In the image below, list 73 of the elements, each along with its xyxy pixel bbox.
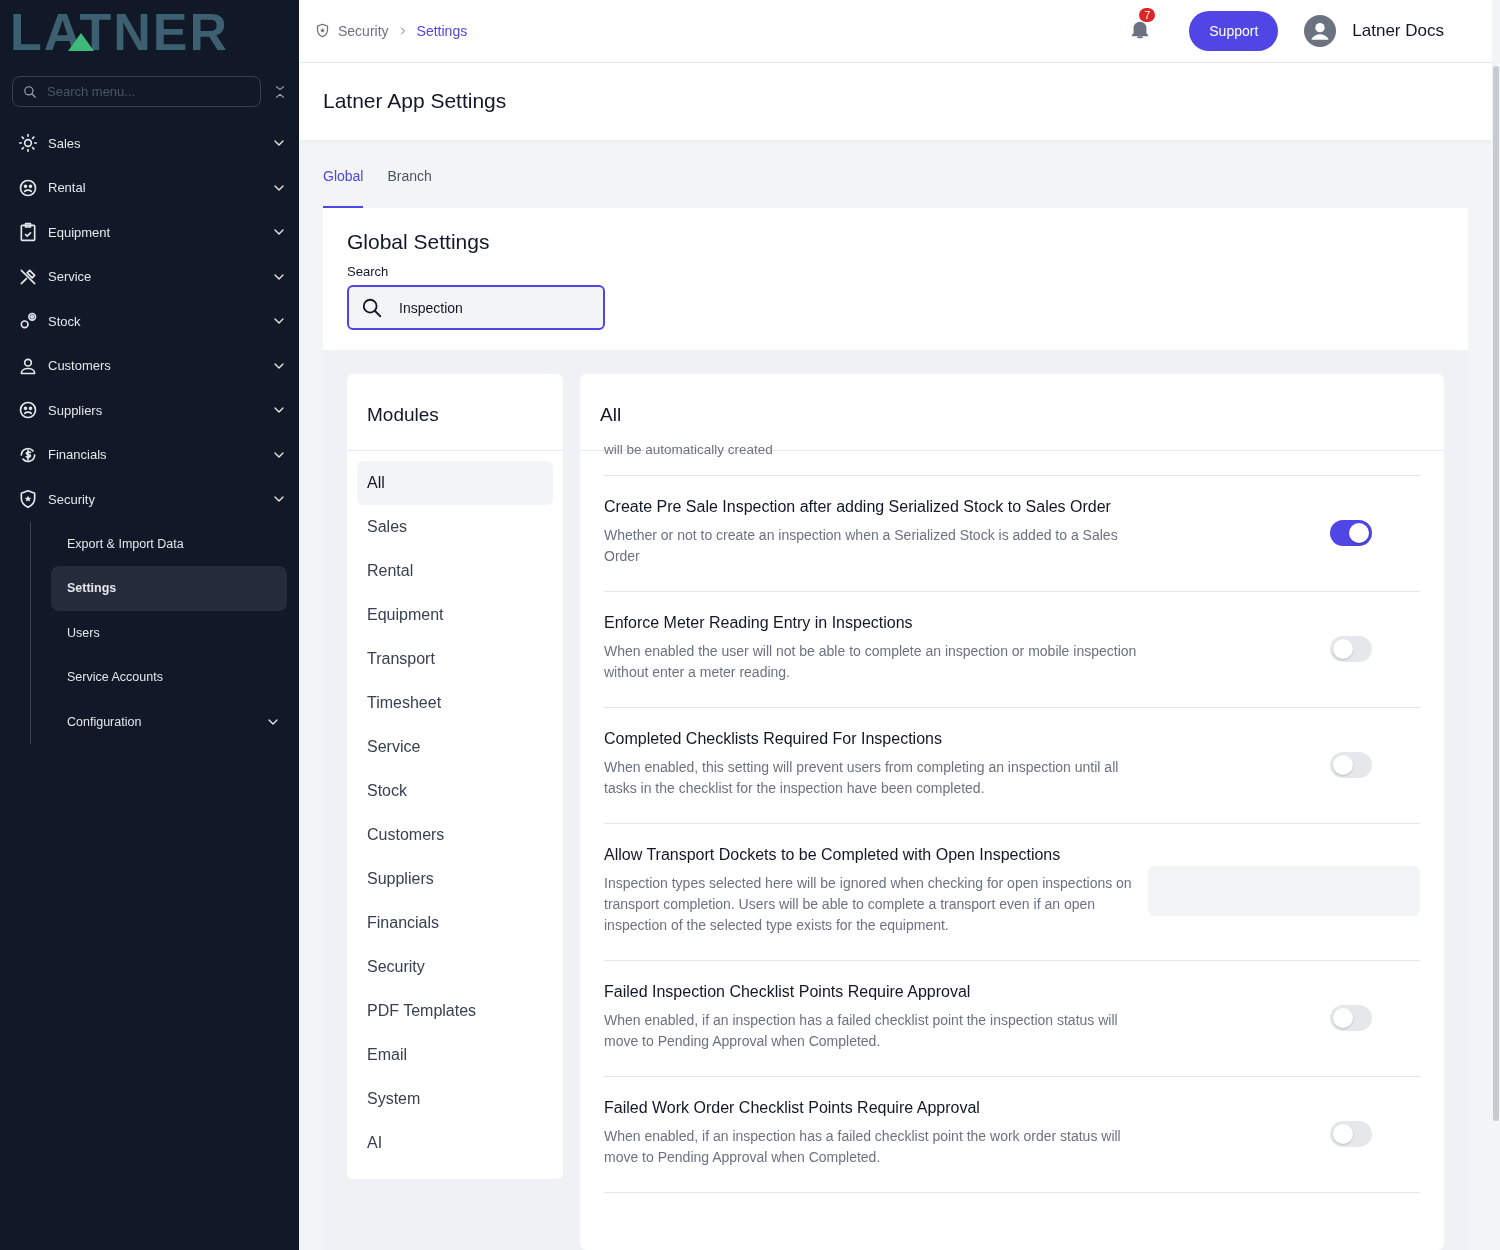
shield-icon	[315, 23, 330, 39]
setting-description: When enabled, if an inspection has a failed checklist point the work order status will move to Pending Approval when Completed.	[604, 1127, 1122, 1167]
module-item[interactable]: Financials	[357, 901, 553, 945]
search-icon	[361, 296, 383, 319]
toggle-switch[interactable]	[1330, 519, 1372, 546]
breadcrumb-link[interactable]: Settings	[416, 22, 468, 39]
sidebar-subitem[interactable]: Users	[51, 610, 287, 655]
setting-description: When enabled the user will not be able to complete an inspection or mobile inspection without enter a meter reading.	[604, 642, 1138, 682]
setting-description: Inspection types selected here will be ignored when checking for open inspections on transport completion. Users will be able to complete a transport even if an open inspection of the selected type exists for the equipment.	[604, 874, 1133, 935]
sidebar-item[interactable]: Sales	[18, 121, 287, 166]
sidebar-item[interactable]: Customers	[18, 343, 287, 388]
setting-description: When enabled, this setting will prevent users from completing an inspection until all tasks in the checklist for the inspection have been completed.	[604, 758, 1120, 798]
sidebar-item[interactable]: Suppliers	[18, 388, 287, 433]
tools-icon	[18, 266, 38, 287]
module-item[interactable]: Stock	[357, 769, 553, 813]
sidebar-subitem[interactable]: Configuration	[51, 699, 287, 744]
sidebar-subitem[interactable]: Export & Import Data	[51, 521, 287, 566]
module-item[interactable]: Timesheet	[357, 681, 553, 725]
setting-title: Failed Inspection Checklist Points Require Approval	[604, 983, 972, 1001]
shield-icon	[18, 489, 38, 510]
module-item[interactable]: Equipment	[357, 593, 553, 637]
sidebar-item[interactable]: Security	[18, 477, 287, 522]
notification-badge: 7	[1139, 7, 1156, 22]
setting-description: When enabled, if an inspection has a failed checklist point the inspection status will move to Pending Approval when Completed.	[604, 1011, 1119, 1051]
module-item[interactable]: AI	[357, 1121, 553, 1165]
user-name[interactable]: Latner Docs	[1352, 20, 1444, 41]
sidebar-subitem[interactable]: Settings	[51, 566, 287, 611]
sidebar-item[interactable]: Equipment	[18, 210, 287, 255]
face-icon	[18, 400, 38, 421]
settings-search-field[interactable]: Inspection	[347, 285, 605, 330]
module-item[interactable]: System	[357, 1077, 553, 1121]
logo: LATNER	[10, 6, 229, 58]
module-item[interactable]: Rental	[357, 549, 553, 593]
menu-search-input[interactable]: Search menu...	[45, 83, 235, 100]
setting-title: Completed Checklists Required For Inspections	[604, 730, 943, 748]
scrollbar-thumb[interactable]	[1493, 66, 1499, 1121]
section-title: Global Settings	[347, 230, 491, 254]
setting-title: Create Pre Sale Inspection after adding Serialized Stock to Sales Order	[604, 498, 1112, 516]
toggle-switch[interactable]	[1330, 1004, 1372, 1031]
field-label: Search	[347, 264, 390, 279]
support-button[interactable]: Support	[1189, 10, 1279, 51]
module-item[interactable]: Email	[357, 1033, 553, 1077]
sidebar-item[interactable]: Rental	[18, 165, 287, 210]
setting-description: will be automatically created	[604, 442, 1420, 476]
module-item[interactable]: Service	[357, 725, 553, 769]
sidebar-item[interactable]: Service	[18, 254, 287, 299]
tab[interactable]: Branch	[387, 167, 432, 208]
search-icon	[23, 84, 37, 99]
clipboard-check-icon	[18, 222, 38, 243]
setting-title: Allow Transport Dockets to be Completed with Open Inspections	[604, 846, 1062, 864]
toggle-switch[interactable]	[1330, 635, 1372, 662]
sidebar-item[interactable]: Financials	[18, 432, 287, 477]
setting-description: Whether or not to create an inspection when a Serialized Stock is added to a Sales Order	[604, 526, 1119, 566]
module-item[interactable]: Security	[357, 945, 553, 989]
panel-title: Modules	[347, 374, 563, 451]
sun-icon	[18, 133, 38, 154]
toggle-switch[interactable]	[1330, 751, 1372, 778]
module-item[interactable]: Customers	[357, 813, 553, 857]
module-item[interactable]: All	[357, 461, 553, 505]
face-icon	[18, 177, 38, 198]
module-item[interactable]: Sales	[357, 505, 553, 549]
page-title: Latner App Settings	[299, 62, 1492, 140]
setting-title: Failed Work Order Checklist Points Require Approval	[604, 1099, 981, 1117]
sidebar-subitem[interactable]: Service Accounts	[51, 655, 287, 700]
toggle-switch[interactable]	[1330, 1120, 1372, 1147]
sidebar-item[interactable]: Stock	[18, 299, 287, 344]
module-item[interactable]: PDF Templates	[357, 989, 553, 1033]
avatar-icon[interactable]	[1304, 14, 1337, 47]
menu-search-field[interactable]: Search menu...	[12, 76, 261, 107]
module-item[interactable]: Suppliers	[357, 857, 553, 901]
setting-title: Enforce Meter Reading Entry in Inspections	[604, 614, 914, 632]
module-item[interactable]: Transport	[357, 637, 553, 681]
breadcrumb-link[interactable]: Security	[338, 22, 389, 39]
